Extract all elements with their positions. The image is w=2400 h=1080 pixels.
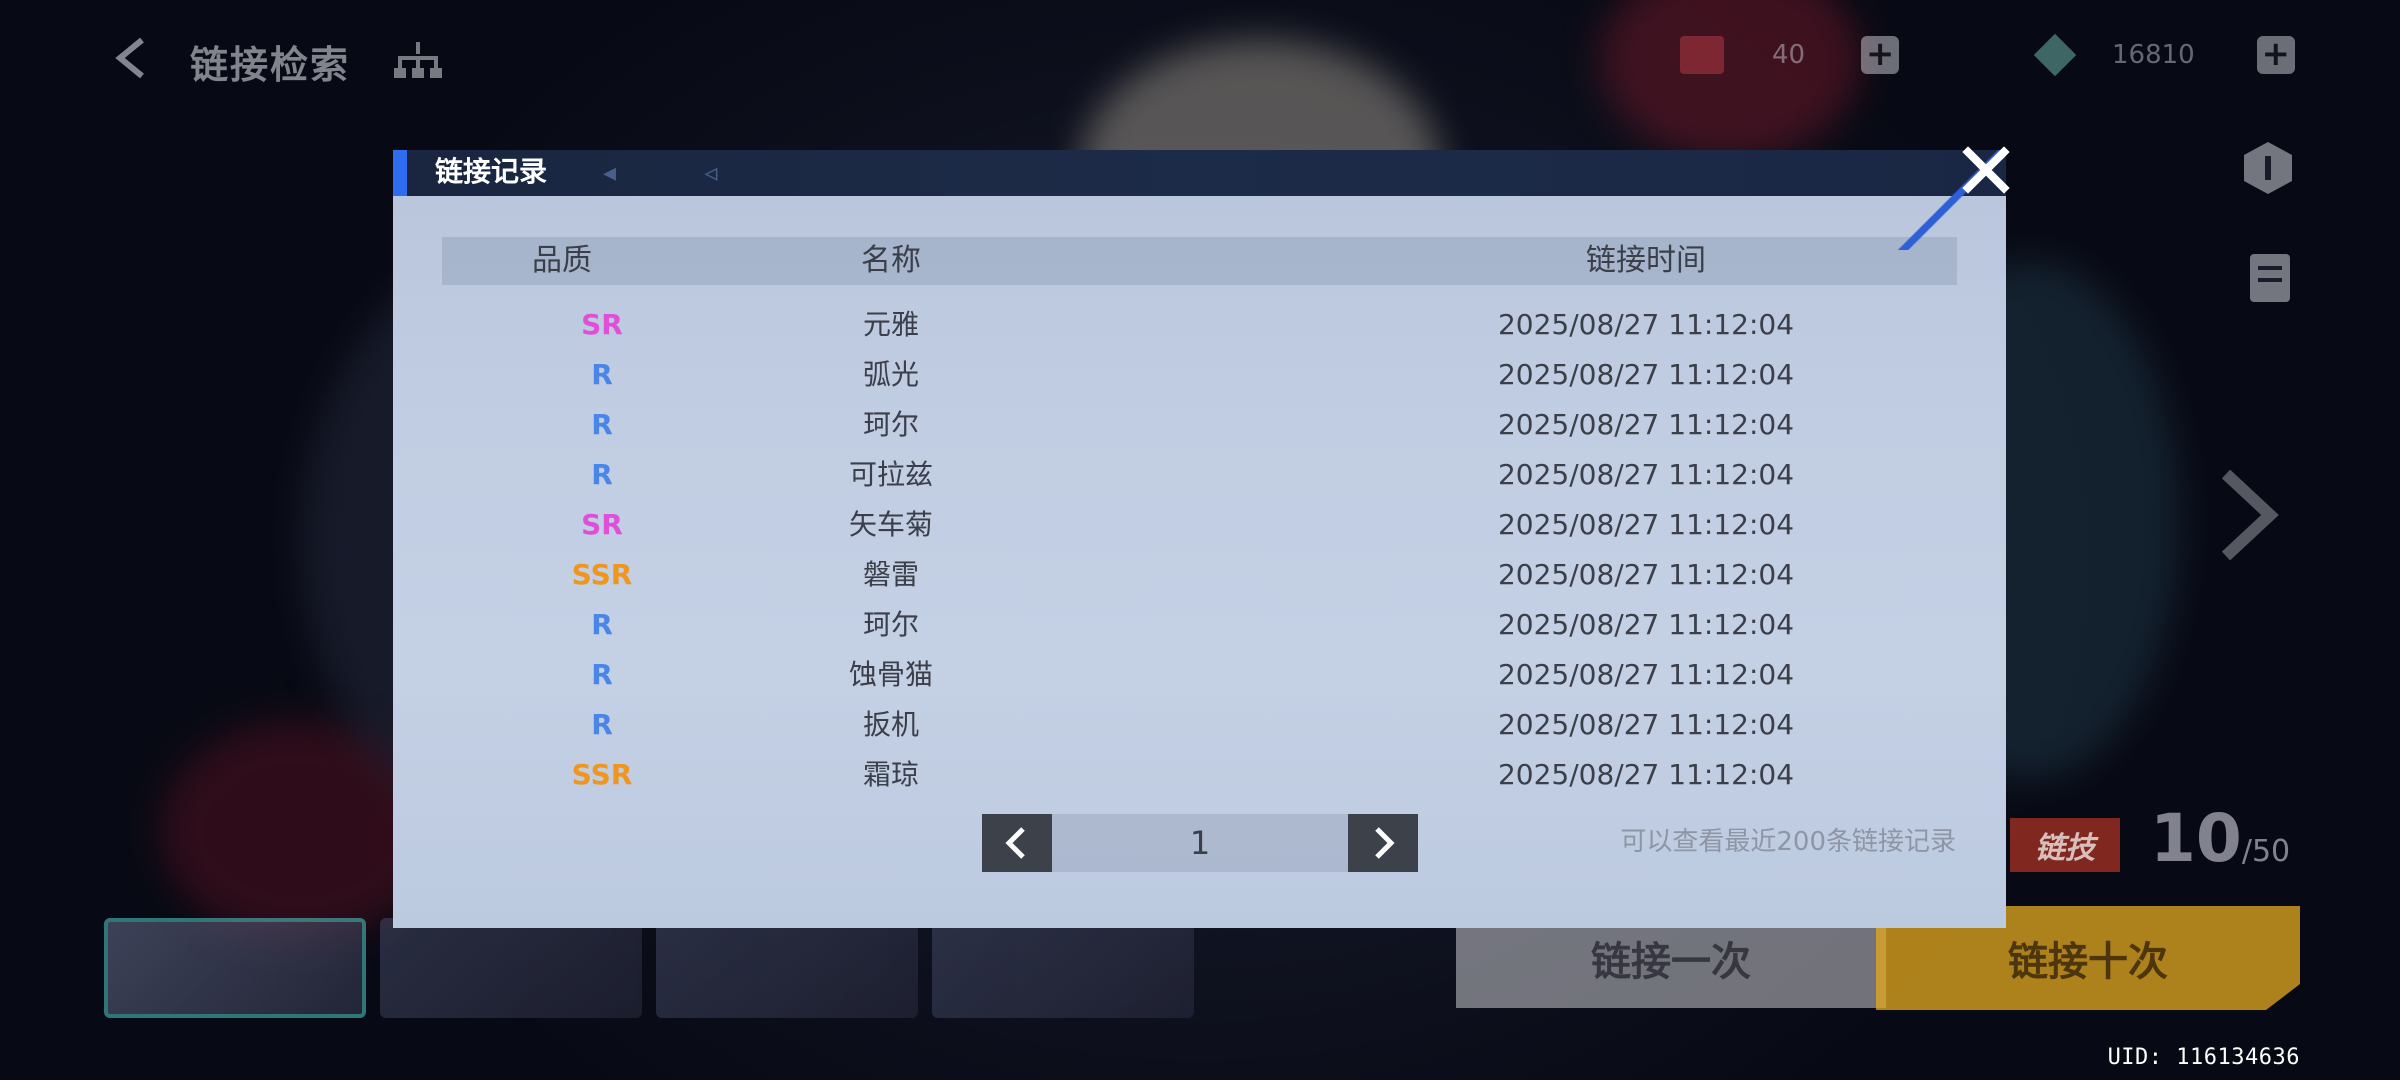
- banner-list: [104, 918, 1194, 1018]
- quality-cell: SSR: [571, 558, 633, 591]
- ticket-tag: 链技: [2010, 818, 2120, 872]
- quality-cell: R: [591, 708, 613, 741]
- name-cell: 元雅: [862, 308, 919, 341]
- name-cell: 弧光: [862, 358, 919, 391]
- banner-item[interactable]: [104, 918, 366, 1018]
- tree-icon[interactable]: [392, 38, 444, 82]
- ticket-count: 10/50: [2150, 800, 2290, 877]
- chevron-left-icon: [1005, 827, 1025, 859]
- time-cell: 2025/08/27 11:12:04: [1497, 608, 1795, 641]
- prev-page-button[interactable]: [982, 814, 1052, 872]
- record-icon[interactable]: [2242, 250, 2298, 306]
- table-row: R 蚀骨猫 2025/08/27 11:12:04: [442, 650, 1957, 700]
- page-title: 链接检索: [190, 43, 351, 87]
- dialog-title: 链接记录: [435, 155, 548, 188]
- page-number: 1: [1052, 814, 1348, 872]
- time-cell: 2025/08/27 11:12:04: [1497, 658, 1795, 691]
- back-arrow-icon[interactable]: [108, 34, 156, 82]
- next-banner-arrow-icon[interactable]: [2216, 470, 2280, 560]
- name-cell: 珂尔: [862, 408, 919, 441]
- link-record-dialog: 链接记录 ◂ ◃ 品质 名称 链接时间 SR 元雅 2025/08/27 11:…: [393, 150, 2006, 928]
- column-header-time: 链接时间: [1586, 243, 1706, 278]
- quality-cell: SSR: [571, 758, 633, 791]
- currency-icon: [1680, 36, 1724, 74]
- quality-cell: SR: [581, 308, 623, 341]
- time-cell: 2025/08/27 11:12:04: [1497, 508, 1795, 541]
- table-row: SSR 磐雷 2025/08/27 11:12:04: [442, 550, 1957, 600]
- dialog-body: 品质 名称 链接时间 SR 元雅 2025/08/27 11:12:04 R 弧…: [393, 196, 2006, 928]
- ticket-count-max: /50: [2241, 834, 2291, 869]
- header-decoration: ◂ ◃: [603, 158, 758, 188]
- plus-icon[interactable]: +: [2256, 36, 2295, 74]
- time-cell: 2025/08/27 11:12:04: [1497, 308, 1795, 341]
- column-header-name: 名称: [861, 243, 921, 278]
- currency-value: 40: [1772, 40, 1806, 70]
- column-header-quality: 品质: [532, 243, 592, 278]
- banner-item[interactable]: [380, 918, 642, 1018]
- time-cell: 2025/08/27 11:12:04: [1497, 708, 1795, 741]
- currency-value: 16810: [2112, 40, 2195, 70]
- quality-cell: R: [591, 608, 613, 641]
- quality-cell: R: [591, 358, 613, 391]
- table-row: SR 元雅 2025/08/27 11:12:04: [442, 300, 1957, 350]
- currency-display: 16810 +: [2033, 33, 2295, 77]
- table-row: R 珂尔 2025/08/27 11:12:04: [442, 600, 1957, 650]
- table-row: R 可拉兹 2025/08/27 11:12:04: [442, 450, 1957, 500]
- dialog-header: 链接记录 ◂ ◃: [393, 150, 2006, 196]
- chevron-right-icon: [1375, 827, 1395, 859]
- user-id: UID: 116134636: [2107, 1045, 2300, 1070]
- banner-item[interactable]: [932, 918, 1194, 1018]
- record-limit-note: 可以查看最近200条链接记录: [1620, 827, 1956, 857]
- quality-cell: R: [591, 458, 613, 491]
- name-cell: 可拉兹: [848, 458, 933, 491]
- quality-cell: R: [591, 408, 613, 441]
- table-row: R 珂尔 2025/08/27 11:12:04: [442, 400, 1957, 450]
- gacha-screen: 链接检索 40 + 16810 + 链技 10/50 链接一次 链接十次 UID…: [0, 0, 2400, 1080]
- name-cell: 矢车菊: [848, 508, 933, 541]
- table-row: SR 矢车菊 2025/08/27 11:12:04: [442, 500, 1957, 550]
- ticket-count-value: 10: [2150, 800, 2242, 877]
- currency-display: 40 +: [1680, 36, 1900, 74]
- time-cell: 2025/08/27 11:12:04: [1497, 458, 1795, 491]
- name-cell: 磐雷: [862, 558, 919, 591]
- table-header: 品质 名称 链接时间: [442, 237, 1957, 285]
- time-cell: 2025/08/27 11:12:04: [1497, 358, 1795, 391]
- banner-item[interactable]: [656, 918, 918, 1018]
- close-icon[interactable]: [1956, 140, 2016, 200]
- time-cell: 2025/08/27 11:12:04: [1497, 758, 1795, 791]
- quality-cell: R: [591, 658, 613, 691]
- name-cell: 扳机: [862, 708, 919, 741]
- time-cell: 2025/08/27 11:12:04: [1497, 558, 1795, 591]
- quality-cell: SR: [581, 508, 623, 541]
- crystal-icon: [2033, 33, 2077, 77]
- name-cell: 蚀骨猫: [848, 658, 933, 691]
- table-row: SSR 霜琼 2025/08/27 11:12:04: [442, 750, 1957, 800]
- name-cell: 霜琼: [862, 758, 919, 791]
- name-cell: 珂尔: [862, 608, 919, 641]
- time-cell: 2025/08/27 11:12:04: [1497, 408, 1795, 441]
- info-icon[interactable]: [2240, 140, 2296, 196]
- header-accent: [393, 150, 407, 196]
- next-page-button[interactable]: [1348, 814, 1418, 872]
- table-row: R 扳机 2025/08/27 11:12:04: [442, 700, 1957, 750]
- plus-icon[interactable]: +: [1861, 36, 1900, 74]
- table-row: R 弧光 2025/08/27 11:12:04: [442, 350, 1957, 400]
